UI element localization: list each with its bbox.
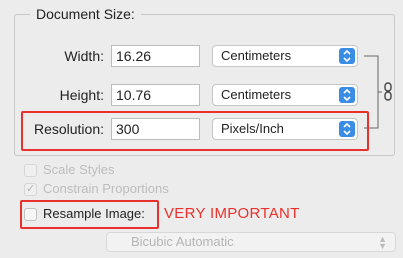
image-size-panel: Document Size: Width: 16.26 Centimeters … xyxy=(0,0,403,258)
constrain-proportions-label: Constrain Proportions xyxy=(43,181,169,196)
chevron-updown-icon: ▲ ▼ xyxy=(378,234,387,251)
scale-styles-checkbox[interactable] xyxy=(24,164,37,177)
scale-styles-label: Scale Styles xyxy=(43,162,115,177)
resolution-highlight-box xyxy=(21,111,369,151)
chain-link-icon[interactable] xyxy=(382,81,394,103)
resample-method-value: Bicubic Automatic xyxy=(131,234,234,249)
height-unit-select[interactable]: Centimeters xyxy=(212,84,358,106)
width-unit-select[interactable]: Centimeters xyxy=(212,45,358,67)
width-label: Width: xyxy=(64,48,104,64)
chevron-updown-icon xyxy=(339,48,355,64)
height-label: Height: xyxy=(59,87,104,103)
document-size-legend: Document Size: xyxy=(30,6,141,22)
height-unit-value: Centimeters xyxy=(221,87,292,102)
width-unit-value: Centimeters xyxy=(221,48,292,63)
checkmark-icon: ✓ xyxy=(26,183,36,195)
resample-method-select[interactable]: Bicubic Automatic ▲ ▼ xyxy=(106,232,396,252)
constrain-proportions-checkbox[interactable]: ✓ xyxy=(24,183,37,196)
resample-highlight-box xyxy=(20,200,159,229)
width-field[interactable]: 16.26 xyxy=(111,45,200,67)
height-field[interactable]: 10.76 xyxy=(111,84,200,106)
chevron-updown-icon xyxy=(339,87,355,103)
very-important-annotation: VERY IMPORTANT xyxy=(164,205,300,222)
